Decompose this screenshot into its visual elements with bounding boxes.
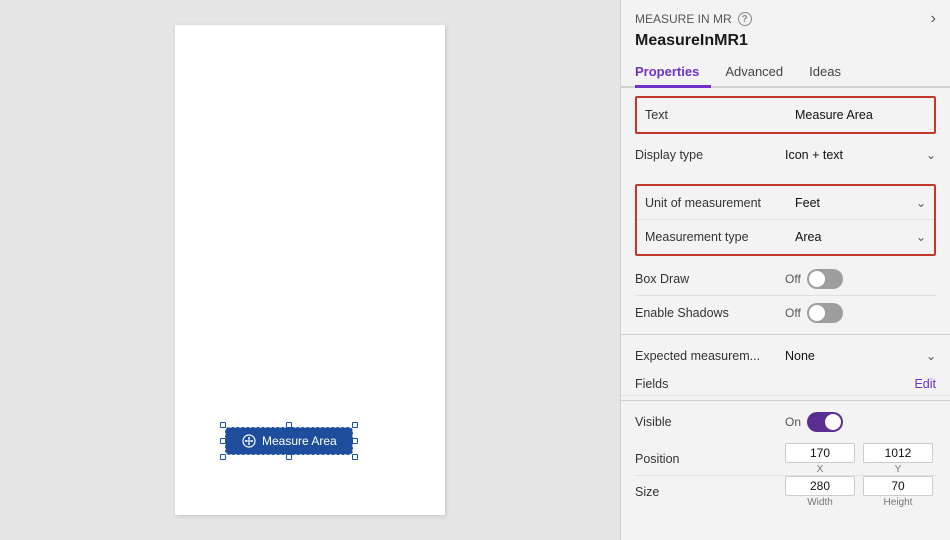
- text-value[interactable]: Measure Area: [795, 108, 926, 122]
- tab-advanced[interactable]: Advanced: [725, 58, 795, 88]
- box-draw-state: Off: [785, 272, 801, 286]
- visible-section: Visible On: [621, 405, 950, 439]
- enable-shadows-toggle-wrap: Off: [785, 303, 936, 323]
- measurement-type-label: Measurement type: [645, 230, 795, 244]
- position-x-label: X: [817, 464, 824, 475]
- display-type-chevron: ⌄: [926, 148, 936, 162]
- measurement-type-select[interactable]: Area ⌄: [795, 230, 926, 244]
- size-width-label: Width: [807, 497, 833, 508]
- measure-icon: [241, 433, 257, 449]
- widget-label: Measure Area: [262, 434, 337, 448]
- position-y-input[interactable]: [863, 443, 933, 463]
- right-panel: MEASURE IN MR ? › MeasureInMR1 Propertie…: [620, 0, 950, 540]
- box-draw-label: Box Draw: [635, 272, 785, 286]
- position-values: X Y: [785, 443, 936, 475]
- panel-top-row: MEASURE IN MR ? ›: [635, 10, 936, 28]
- size-height-label: Height: [884, 497, 913, 508]
- position-label: Position: [635, 452, 785, 466]
- enable-shadows-thumb: [809, 305, 825, 321]
- measurement-type-chevron: ⌄: [916, 230, 926, 244]
- handle-mr[interactable]: [352, 438, 358, 444]
- box-draw-toggle[interactable]: [807, 269, 843, 289]
- canvas-paper: Measure Area: [175, 25, 445, 515]
- position-row: Position X Y: [635, 443, 936, 476]
- panel-body: Text Measure Area Display type Icon + te…: [621, 88, 950, 540]
- handle-ml[interactable]: [220, 438, 226, 444]
- size-height-wrap: Height: [863, 476, 933, 508]
- display-type-section: Display type Icon + text ⌄: [621, 138, 950, 172]
- unit-value: Feet: [795, 196, 820, 210]
- enable-shadows-state: Off: [785, 306, 801, 320]
- spacer1: [621, 172, 950, 178]
- size-row: Size Width Height: [635, 476, 936, 508]
- expected-measurement-row: Expected measurem... None ⌄: [635, 339, 936, 373]
- enable-shadows-label: Enable Shadows: [635, 306, 785, 320]
- expected-measurement-section: Expected measurem... None ⌄: [621, 339, 950, 373]
- box-draw-toggle-wrap: Off: [785, 269, 936, 289]
- position-x-wrap: X: [785, 443, 855, 475]
- fields-edit-button[interactable]: Edit: [785, 377, 936, 391]
- unit-select[interactable]: Feet ⌄: [795, 196, 926, 210]
- enable-shadows-toggle[interactable]: [807, 303, 843, 323]
- panel-title: MeasureInMR1: [635, 32, 936, 50]
- fields-label: Fields: [635, 377, 785, 391]
- display-type-row: Display type Icon + text ⌄: [635, 138, 936, 172]
- position-y-label: Y: [895, 464, 902, 475]
- unit-measurement-row: Unit of measurement Feet ⌄: [637, 186, 934, 220]
- unit-label: Unit of measurement: [645, 196, 795, 210]
- visible-row: Visible On: [635, 405, 936, 439]
- canvas-area: Measure Area: [0, 0, 620, 540]
- handle-tc[interactable]: [286, 422, 292, 428]
- help-icon[interactable]: ?: [738, 12, 752, 26]
- handle-bl[interactable]: [220, 454, 226, 460]
- measure-label-text: MEASURE IN MR: [635, 12, 732, 26]
- fields-row: Fields Edit: [621, 373, 950, 396]
- display-type-select[interactable]: Icon + text ⌄: [785, 148, 936, 162]
- visible-label: Visible: [635, 415, 785, 429]
- box-draw-thumb: [809, 271, 825, 287]
- handle-br[interactable]: [352, 454, 358, 460]
- measurement-type-value: Area: [795, 230, 821, 244]
- position-section: Position X Y Size: [621, 439, 950, 512]
- size-label: Size: [635, 485, 785, 499]
- handle-tl[interactable]: [220, 422, 226, 428]
- text-highlight-box: Text Measure Area: [635, 96, 936, 134]
- expected-measurement-chevron: ⌄: [926, 349, 936, 363]
- visible-toggle-wrap: On: [785, 412, 936, 432]
- enable-shadows-row: Enable Shadows Off: [635, 296, 936, 330]
- text-property-row: Text Measure Area: [637, 98, 934, 132]
- box-draw-row: Box Draw Off: [635, 262, 936, 296]
- handle-bc[interactable]: [286, 454, 292, 460]
- panel-header: MEASURE IN MR ? › MeasureInMR1 Propertie…: [621, 0, 950, 88]
- expand-icon[interactable]: ›: [931, 10, 936, 28]
- measure-widget[interactable]: Measure Area: [225, 427, 353, 455]
- measurement-type-row: Measurement type Area ⌄: [637, 220, 934, 254]
- handle-tr[interactable]: [352, 422, 358, 428]
- position-x-input[interactable]: [785, 443, 855, 463]
- panel-tabs: Properties Advanced Ideas: [621, 58, 950, 88]
- divider1: [621, 334, 950, 335]
- tab-properties[interactable]: Properties: [635, 58, 711, 88]
- expected-measurement-label: Expected measurem...: [635, 349, 785, 363]
- size-values: Width Height: [785, 476, 936, 508]
- expected-measurement-select[interactable]: None ⌄: [785, 349, 936, 363]
- visible-state: On: [785, 415, 801, 429]
- divider2: [621, 400, 950, 401]
- position-y-wrap: Y: [863, 443, 933, 475]
- tab-ideas[interactable]: Ideas: [809, 58, 853, 88]
- visible-thumb: [825, 414, 841, 430]
- expected-measurement-value: None: [785, 349, 815, 363]
- box-draw-section: Box Draw Off Enable Shadows Off: [621, 262, 950, 330]
- unit-measurement-highlight-box: Unit of measurement Feet ⌄ Measurement t…: [635, 184, 936, 256]
- display-type-label: Display type: [635, 148, 785, 162]
- size-height-input[interactable]: [863, 476, 933, 496]
- unit-chevron: ⌄: [916, 196, 926, 210]
- text-label: Text: [645, 108, 795, 122]
- measure-label: MEASURE IN MR ?: [635, 12, 752, 26]
- size-width-wrap: Width: [785, 476, 855, 508]
- display-type-value: Icon + text: [785, 148, 843, 162]
- visible-toggle[interactable]: [807, 412, 843, 432]
- size-width-input[interactable]: [785, 476, 855, 496]
